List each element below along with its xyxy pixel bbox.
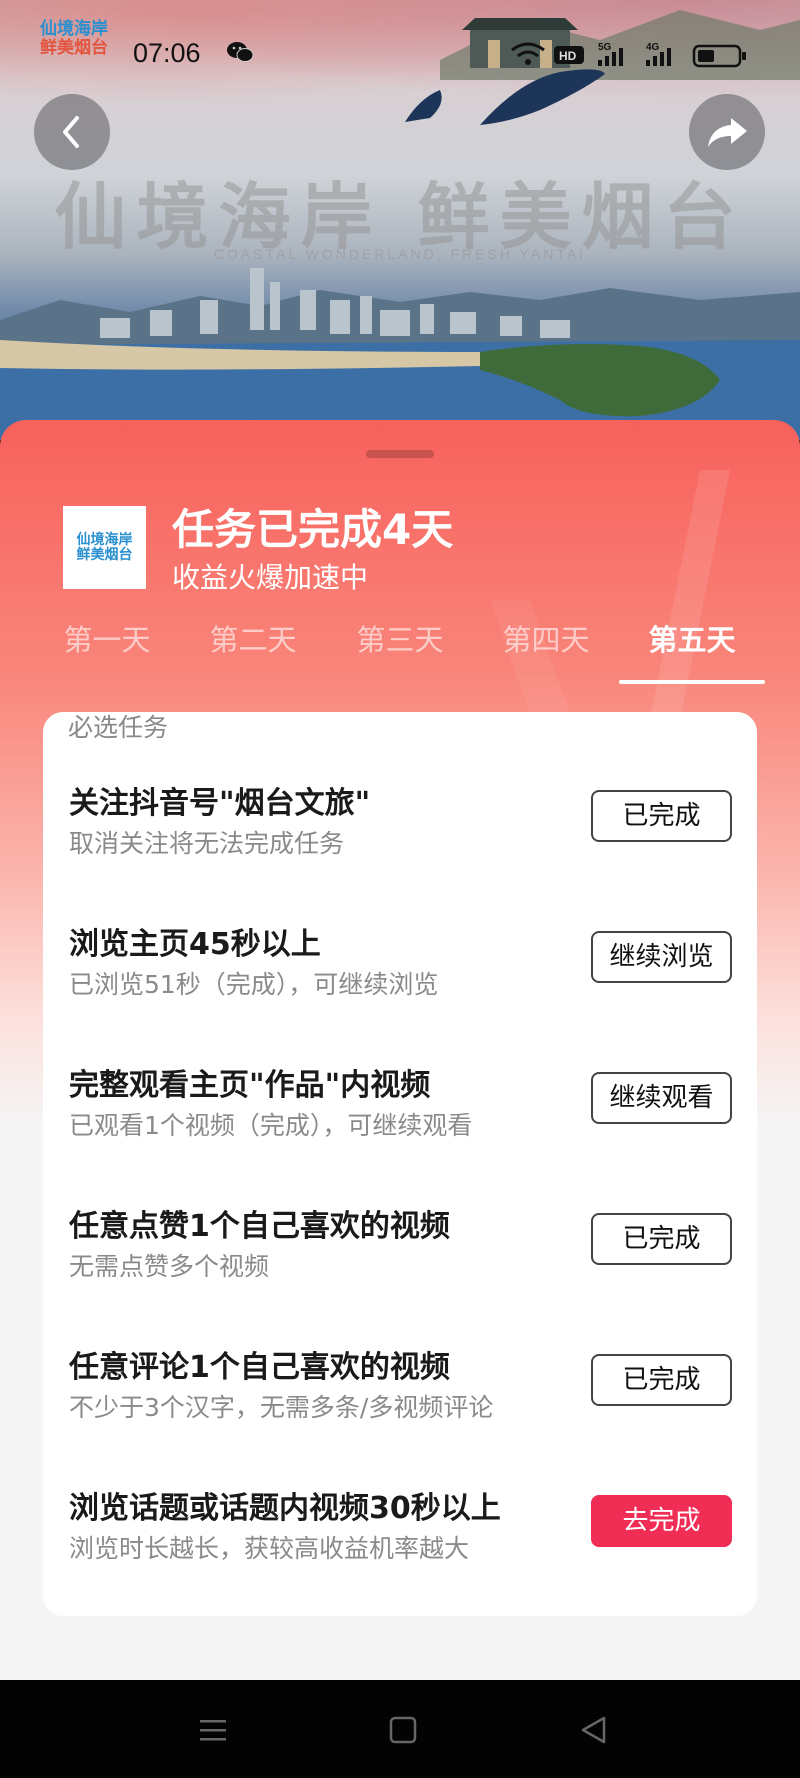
task-status-button[interactable]: 已完成 <box>591 1213 732 1265</box>
sheet-drag-handle[interactable] <box>366 450 434 458</box>
go-complete-button[interactable]: 去完成 <box>591 1495 732 1547</box>
task-desc: 浏览时长越长，获较高收益机率越大 <box>69 1534 470 1563</box>
back-triangle-icon[interactable] <box>578 1714 610 1746</box>
status-time: 07:06 <box>133 38 201 68</box>
4g-signal-icon: 4G <box>646 42 671 66</box>
task-status-button[interactable]: 已完成 <box>591 790 732 842</box>
task-desc: 取消关注将无法完成任务 <box>69 829 345 858</box>
back-button[interactable] <box>34 94 110 170</box>
continue-watching-button[interactable]: 继续观看 <box>591 1072 732 1124</box>
task-desc: 已浏览51秒（完成），可继续浏览 <box>69 970 439 999</box>
task-card: 必选任务 关注抖音号"烟台文旅" 取消关注将无法完成任务 已完成 浏览主页45秒… <box>43 712 757 1616</box>
task-desc: 不少于3个汉字，无需多条/多视频评论 <box>69 1393 494 1422</box>
chevron-left-icon <box>63 116 79 148</box>
menu-icon[interactable] <box>197 1714 229 1746</box>
sheet-title: 任务已完成4天 <box>172 505 454 554</box>
wechat-icon <box>227 42 254 62</box>
task-title: 任意评论1个自己喜欢的视频 <box>69 1350 450 1385</box>
task-title: 浏览话题或话题内视频30秒以上 <box>69 1491 501 1526</box>
battery-icon <box>692 44 746 68</box>
tab-day-1[interactable]: 第一天 <box>34 618 180 686</box>
tab-day-4[interactable]: 第四天 <box>473 618 619 686</box>
task-row: 关注抖音号"烟台文旅" 取消关注将无法完成任务 已完成 <box>43 778 757 918</box>
task-row: 浏览话题或话题内视频30秒以上 浏览时长越长，获较高收益机率越大 去完成 <box>43 1483 757 1616</box>
task-title: 关注抖音号"烟台文旅" <box>69 786 371 821</box>
hero-slogan-en: COASTAL WONDERLAND, FRESH YANTAI <box>213 246 587 262</box>
status-bar: 07:06 HD 5G 4G <box>0 30 800 76</box>
task-row: 任意评论1个自己喜欢的视频 不少于3个汉字，无需多条/多视频评论 已完成 <box>43 1342 757 1482</box>
tab-day-5[interactable]: 第五天 <box>619 618 765 686</box>
app-icon: 仙境海岸 鲜美烟台 <box>63 506 146 589</box>
home-square-icon[interactable] <box>387 1714 419 1746</box>
task-title: 完整观看主页"作品"内视频 <box>69 1068 431 1103</box>
task-desc: 无需点赞多个视频 <box>69 1252 270 1281</box>
task-title: 任意点赞1个自己喜欢的视频 <box>69 1209 450 1244</box>
task-desc: 已观看1个视频（完成），可继续观看 <box>69 1111 473 1140</box>
5g-signal-icon: 5G <box>598 42 623 66</box>
tab-day-2[interactable]: 第二天 <box>180 618 326 686</box>
share-arrow-icon <box>708 118 747 147</box>
system-nav-bar <box>0 1680 800 1778</box>
day-tabs: 第一天 第二天 第三天 第四天 第五天 <box>0 618 800 686</box>
sheet-subtitle: 收益火爆加速中 <box>172 561 369 594</box>
svg-text:HD: HD <box>559 49 577 63</box>
tab-day-3[interactable]: 第三天 <box>327 618 473 686</box>
app-icon-line2: 鲜美烟台 <box>76 546 133 563</box>
task-row: 浏览主页45秒以上 已浏览51秒（完成），可继续浏览 继续浏览 <box>43 919 757 1059</box>
app-icon-line1: 仙境海岸 <box>76 531 133 548</box>
task-sheet: 仙境海岸 鲜美烟台 任务已完成4天 收益火爆加速中 第一天 第二天 第三天 第四… <box>0 420 800 1680</box>
status-icons: HD 5G 4G <box>511 42 746 68</box>
hero-banner: 仙境海岸 鲜美烟台 COASTAL WONDERLAND, FRESH YANT… <box>0 0 800 440</box>
continue-browsing-button[interactable]: 继续浏览 <box>591 931 732 983</box>
share-button[interactable] <box>689 94 765 170</box>
svg-text:4G: 4G <box>646 42 660 53</box>
task-title: 浏览主页45秒以上 <box>69 927 321 962</box>
task-row: 完整观看主页"作品"内视频 已观看1个视频（完成），可继续观看 继续观看 <box>43 1060 757 1200</box>
task-row: 任意点赞1个自己喜欢的视频 无需点赞多个视频 已完成 <box>43 1201 757 1341</box>
wifi-icon <box>511 42 545 65</box>
hd-icon: HD <box>554 46 584 64</box>
svg-text:5G: 5G <box>598 42 612 53</box>
card-heading: 必选任务 <box>68 713 169 742</box>
task-status-button[interactable]: 已完成 <box>591 1354 732 1406</box>
